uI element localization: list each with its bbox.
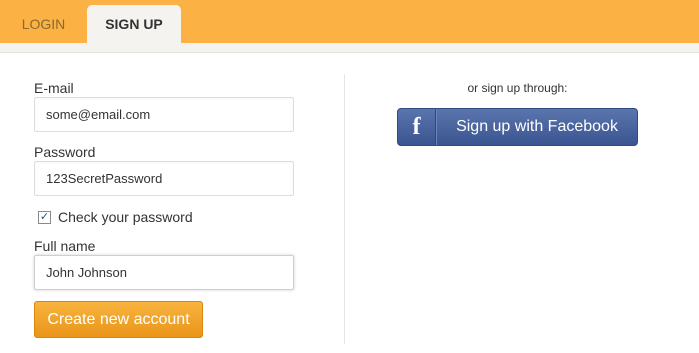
create-account-button[interactable]: Create new account [34, 301, 203, 338]
password-field[interactable] [34, 161, 294, 196]
password-label: Password [34, 144, 96, 160]
check-password-label: Check your password [58, 209, 193, 225]
tab-content-strip [0, 43, 699, 53]
tab-login[interactable]: LOGIN [0, 5, 87, 43]
facebook-signup-button[interactable]: f Sign up with Facebook [397, 108, 638, 146]
facebook-signup-label: Sign up with Facebook [436, 109, 637, 145]
facebook-icon: f [398, 109, 436, 145]
top-bar: LOGIN SIGN UP [0, 0, 699, 43]
check-password-row[interactable]: ✓ Check your password [38, 208, 193, 226]
full-name-field[interactable] [34, 255, 294, 290]
social-signup-prompt: or sign up through: [467, 81, 568, 95]
column-divider [344, 74, 345, 344]
check-password-checkbox[interactable]: ✓ [38, 210, 51, 224]
email-label: E-mail [34, 80, 74, 96]
tab-signup[interactable]: SIGN UP [87, 5, 181, 43]
full-name-label: Full name [34, 238, 96, 254]
email-field[interactable] [34, 97, 294, 132]
